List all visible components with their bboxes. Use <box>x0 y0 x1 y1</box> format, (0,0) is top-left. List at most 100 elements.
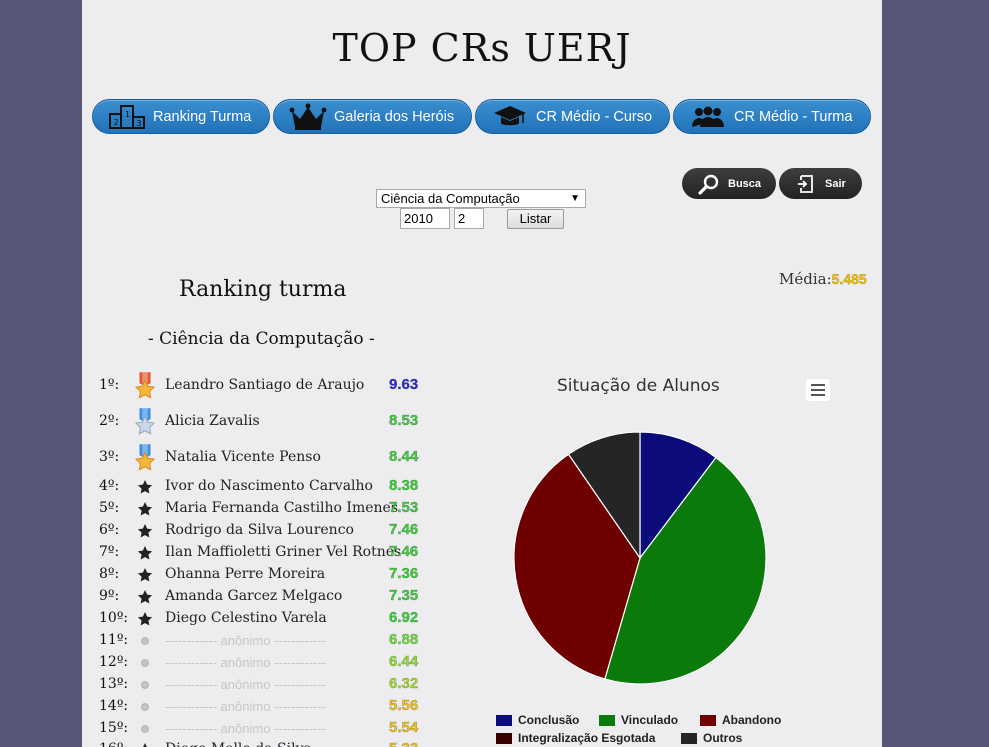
legend-label: Outros <box>703 731 743 745</box>
student-name: Maria Fernanda Castilho Imenes <box>165 500 399 516</box>
student-cr-score: 7.35 <box>389 587 419 605</box>
ranking-row: 15º: ------------ anônimo ------------ 5.5… <box>82 718 442 740</box>
exit-icon <box>795 173 817 195</box>
rank-position: 8º: <box>99 566 120 582</box>
semester-input[interactable]: 2 <box>454 208 484 229</box>
dot-icon <box>134 630 156 652</box>
ranking-row: 5º: Maria Fernanda Castilho Imenes 7.53 <box>82 498 442 520</box>
student-cr-score: 5.54 <box>389 719 419 737</box>
ranking-row: 12º: ------------ anônimo ------------ 6.4… <box>82 652 442 674</box>
year-input[interactable]: 2010 <box>400 208 450 229</box>
silver-medal-icon <box>134 407 156 437</box>
student-cr-score: 9.63 <box>389 376 419 394</box>
ranking-row: 14º: ------------ anônimo ------------ 5.5… <box>82 696 442 718</box>
student-cr-score: 6.92 <box>389 609 419 627</box>
chart-menu-button[interactable] <box>806 379 830 401</box>
course-select[interactable]: Ciência da Computação ▼ <box>376 189 586 208</box>
dot-icon <box>134 696 156 718</box>
legend-swatch <box>496 732 512 744</box>
star-icon <box>134 476 156 498</box>
legend-swatch <box>681 732 697 744</box>
dropdown-arrow-icon: ▼ <box>570 193 580 204</box>
main-panel: TOP CRs UERJ 213 Ranking Turma Galeria d… <box>82 0 882 747</box>
rank-position: 10º: <box>99 610 129 626</box>
media-value: 5.485 <box>831 271 867 287</box>
legend-label: Integralização Esgotada <box>518 731 656 745</box>
dot-icon <box>134 652 156 674</box>
rank-position: 14º: <box>99 698 129 714</box>
student-cr-score: 6.44 <box>389 653 419 671</box>
nav-label: CR Médio - Turma <box>734 108 853 125</box>
exit-label: Sair <box>825 177 846 190</box>
star-icon <box>134 498 156 520</box>
graduation-cap-icon <box>490 102 530 132</box>
legend-item[interactable]: Integralização Esgotada <box>496 731 655 745</box>
nav-cr-medio-curso[interactable]: CR Médio - Curso <box>475 99 670 134</box>
student-name: Alicia Zavalis <box>165 413 260 429</box>
legend-swatch <box>496 714 512 726</box>
media-label: Média: <box>779 270 832 288</box>
rank-position: 16º: <box>99 741 128 747</box>
chart-title: Situação de Alunos <box>557 376 720 396</box>
star-icon <box>134 739 156 747</box>
rank-position: 2º: <box>99 413 120 429</box>
search-button[interactable]: Busca <box>682 168 776 199</box>
ranking-row: 16º: Diego Mello da Silva 5.33 <box>82 739 442 747</box>
ranking-row: 13º: ------------ anônimo ------------ 6.3… <box>82 674 442 696</box>
star-icon <box>134 520 156 542</box>
exit-button[interactable]: Sair <box>779 168 862 199</box>
legend-item[interactable]: Vinculado <box>599 713 678 727</box>
ranking-row: 4º: Ivor do Nascimento Carvalho 8.38 <box>82 476 442 498</box>
student-cr-score: 5.33 <box>389 740 419 747</box>
student-name: ------------ anônimo ------------ <box>165 699 326 714</box>
site-title: TOP CRs UERJ <box>332 26 632 70</box>
student-cr-score: 8.38 <box>389 477 419 495</box>
listar-button[interactable]: Listar <box>507 209 564 229</box>
student-name: Ivor do Nascimento Carvalho <box>165 478 373 494</box>
legend-swatch <box>599 714 615 726</box>
ranking-row: 7º: Ilan Maffioletti Griner Vel Rotnes 7.4… <box>82 542 442 564</box>
student-cr-score: 5.56 <box>389 697 419 715</box>
student-cr-score: 7.36 <box>389 565 419 583</box>
student-cr-score: 7.46 <box>389 543 419 561</box>
ranking-row: 6º: Rodrigo da Silva Lourenco 7.46 <box>82 520 442 542</box>
ranking-row: 11º: ------------ anônimo ------------ 6.8… <box>82 630 442 652</box>
student-name: ------------ anônimo ------------ <box>165 677 326 692</box>
student-name: Ohanna Perre Moreira <box>165 566 326 582</box>
legend-item[interactable]: Conclusão <box>496 713 579 727</box>
nav-galeria-herois[interactable]: Galeria dos Heróis <box>273 99 472 134</box>
legend-item[interactable]: Abandono <box>700 713 781 727</box>
rank-position: 7º: <box>99 544 120 560</box>
search-icon <box>698 173 720 195</box>
course-subtitle: - Ciência da Computação - <box>148 329 375 349</box>
rank-position: 5º: <box>99 500 120 516</box>
student-cr-score: 7.53 <box>389 499 419 517</box>
rank-position: 1º: <box>99 377 120 393</box>
student-name: Natalia Vicente Penso <box>165 449 321 465</box>
svg-text:2: 2 <box>114 118 119 127</box>
nav-ranking-turma[interactable]: 213 Ranking Turma <box>92 99 270 134</box>
star-icon <box>134 608 156 630</box>
gold-medal-icon <box>134 371 156 401</box>
nav-cr-medio-turma[interactable]: CR Médio - Turma <box>673 99 871 134</box>
dot-icon <box>134 674 156 696</box>
student-cr-score: 6.88 <box>389 631 419 649</box>
ranking-title: Ranking turma <box>179 277 347 302</box>
nav-label: CR Médio - Curso <box>536 108 653 125</box>
legend-label: Conclusão <box>518 713 580 727</box>
legend-label: Vinculado <box>621 713 679 727</box>
student-name: ------------ anônimo ------------ <box>165 721 326 736</box>
student-name: Amanda Garcez Melgaco <box>165 588 343 604</box>
media-display: Média:5.485 <box>779 270 867 288</box>
ranking-row: 10º: Diego Celestino Varela 6.92 <box>82 608 442 630</box>
legend-item[interactable]: Outros <box>681 731 742 745</box>
ranking-row: 8º: Ohanna Perre Moreira 7.36 <box>82 564 442 586</box>
ranking-row: 3º: Natalia Vicente Penso 8.44 <box>82 444 442 471</box>
svg-text:1: 1 <box>125 110 130 119</box>
student-name: Leandro Santiago de Araujo <box>165 377 365 393</box>
student-name: ------------ anônimo ------------ <box>165 655 326 670</box>
rank-position: 6º: <box>99 522 120 538</box>
rank-position: 12º: <box>99 654 129 670</box>
search-label: Busca <box>728 177 762 190</box>
rank-position: 13º: <box>99 676 129 692</box>
